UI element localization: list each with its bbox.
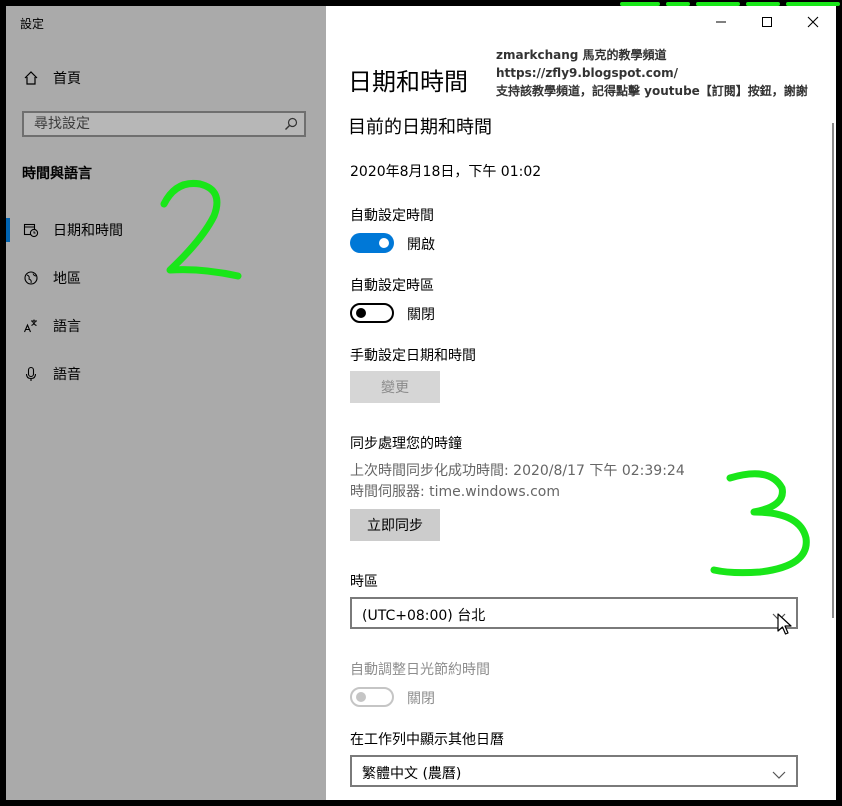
- globe-icon: [21, 268, 41, 288]
- home-icon: [21, 68, 41, 88]
- search-input[interactable]: [24, 113, 284, 135]
- auto-time-state: 開啟: [407, 237, 435, 253]
- auto-timezone-toggle[interactable]: [350, 303, 394, 323]
- auto-time-toggle[interactable]: [350, 233, 394, 253]
- change-button[interactable]: 變更: [350, 371, 440, 403]
- search-box[interactable]: [22, 111, 306, 137]
- auto-timezone-state: 關閉: [407, 307, 435, 323]
- calendar-dropdown[interactable]: 繁體中文 (農曆): [350, 755, 798, 787]
- toggle-knob: [356, 308, 366, 318]
- time-server-text: 時間伺服器: time.windows.com: [350, 484, 561, 500]
- sidebar-item-date-time[interactable]: 日期和時間: [6, 212, 326, 248]
- main-content: 日期和時間 目前的日期和時間 2020年8月18日，下午 01:02 自動設定時…: [326, 6, 836, 800]
- app-title: 設定: [20, 17, 45, 31]
- sidebar-item-language[interactable]: 語言: [6, 308, 326, 344]
- auto-time-label: 自動設定時間: [350, 208, 434, 224]
- watermark-line: 支持該教學頻道，記得點擊 youtube【訂閱】按鈕，謝謝: [496, 84, 808, 98]
- timezone-label: 時區: [350, 574, 378, 590]
- calendar-value: 繁體中文 (農曆): [362, 766, 462, 782]
- sidebar-item-home[interactable]: 首頁: [6, 60, 326, 96]
- search-icon[interactable]: [284, 116, 298, 135]
- dst-state: 關閉: [407, 691, 435, 707]
- settings-window: 設定 首頁 時間與語言 日期和時間 地區: [6, 6, 836, 800]
- sidebar-item-label: 日期和時間: [53, 223, 123, 239]
- sidebar-section-label: 時間與語言: [22, 166, 92, 182]
- sidebar-item-label: 語音: [53, 367, 81, 383]
- scrollbar[interactable]: [832, 123, 834, 618]
- current-datetime: 2020年8月18日，下午 01:02: [350, 164, 542, 180]
- auto-timezone-label: 自動設定時區: [350, 278, 434, 294]
- watermark: zmarkchang 馬克的教學頻道 https://zfly9.blogspo…: [496, 46, 808, 100]
- dst-label: 自動調整日光節約時間: [350, 662, 490, 678]
- language-icon: [21, 316, 41, 336]
- sidebar-item-label: 地區: [53, 271, 81, 287]
- mouse-cursor-icon: [777, 613, 792, 635]
- manual-datetime-label: 手動設定日期和時間: [350, 348, 476, 364]
- sidebar-item-label: 語言: [53, 319, 81, 335]
- section-title: 目前的日期和時間: [348, 117, 492, 138]
- sync-now-button[interactable]: 立即同步: [350, 509, 440, 541]
- toggle-knob: [356, 692, 366, 702]
- microphone-icon: [21, 364, 41, 384]
- sidebar-item-label: 首頁: [53, 71, 81, 87]
- chevron-down-icon: [772, 765, 786, 784]
- sidebar: 設定 首頁 時間與語言 日期和時間 地區: [6, 6, 326, 800]
- page-title: 日期和時間: [348, 68, 468, 96]
- calendar-clock-icon: [21, 220, 41, 240]
- timezone-dropdown[interactable]: (UTC+08:00) 台北: [350, 597, 798, 629]
- calendar-label: 在工作列中顯示其他日曆: [350, 732, 504, 748]
- watermark-line: zmarkchang 馬克的教學頻道: [496, 48, 667, 62]
- dst-toggle[interactable]: [350, 687, 394, 707]
- sidebar-item-region[interactable]: 地區: [6, 260, 326, 296]
- timezone-value: (UTC+08:00) 台北: [362, 608, 486, 624]
- sync-label: 同步處理您的時鐘: [350, 436, 462, 452]
- watermark-line: https://zfly9.blogspot.com/: [496, 66, 678, 80]
- last-sync-text: 上次時間同步化成功時間: 2020/8/17 下午 02:39:24: [350, 463, 685, 479]
- sidebar-item-speech[interactable]: 語音: [6, 356, 326, 392]
- toggle-knob: [379, 238, 389, 248]
